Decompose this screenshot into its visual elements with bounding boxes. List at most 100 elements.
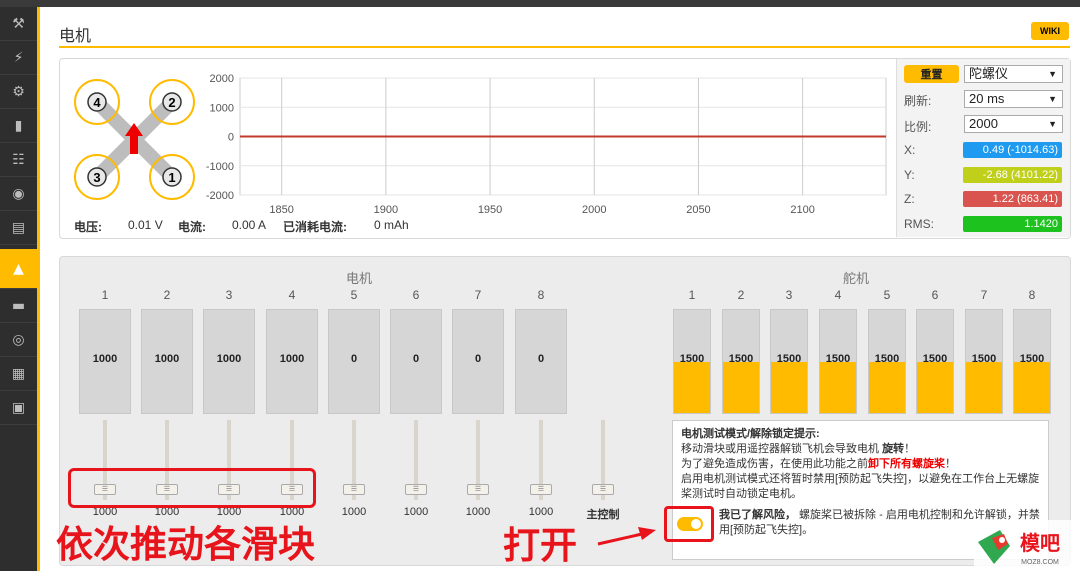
- x-tick-label: 1900: [374, 204, 398, 216]
- motor-icon[interactable]: ▲: [0, 249, 37, 289]
- osd-icon[interactable]: ▬: [0, 289, 37, 323]
- watermark-logo: 模吧 MOZ8.COM: [974, 520, 1080, 571]
- motor-value: 0: [537, 353, 545, 365]
- motor-4-label: 4: [93, 95, 101, 110]
- notice-line2: 为了避免造成伤害，在使用此功能之前: [681, 458, 868, 470]
- y-tick-label: 1000: [210, 102, 234, 114]
- motor-slider-handle[interactable]: ☰: [405, 484, 427, 495]
- servo-number: 5: [883, 288, 891, 302]
- servo-bar: 1500: [965, 309, 1003, 414]
- motor-number: 5: [350, 288, 358, 302]
- servo-bar: 1500: [673, 309, 711, 414]
- top-bar: [0, 0, 1080, 7]
- current-value: 0.00 A: [232, 218, 267, 232]
- motor-bar: 1000: [266, 309, 318, 414]
- master-slider-handle[interactable]: ☰: [592, 484, 614, 495]
- notice-line2-end: ！: [945, 458, 956, 470]
- header-divider: [59, 46, 1070, 48]
- motor-number: 1: [101, 288, 109, 302]
- scale-select[interactable]: 2000 ▼: [964, 115, 1063, 133]
- chevron-down-icon: ▼: [1048, 69, 1057, 79]
- consumed-label: 已消耗电流:: [283, 220, 347, 234]
- sensor-type-value: 陀螺仪: [969, 66, 1009, 81]
- motors-title: 电机: [346, 272, 373, 287]
- y-tick-label: 0: [228, 132, 234, 144]
- master-label: 主控制: [586, 509, 620, 521]
- voltage-value: 0.01 V: [128, 218, 163, 232]
- servo-number: 6: [931, 288, 939, 302]
- servo-fill: [820, 361, 856, 413]
- servo-fill: [917, 361, 953, 413]
- reset-button[interactable]: 重置: [904, 65, 959, 83]
- x-value: 0.49 (-1014.63): [963, 142, 1062, 158]
- annotation-arrow-icon: [597, 527, 656, 546]
- refresh-value: 20 ms: [969, 91, 1005, 106]
- servo-value: 1500: [922, 353, 948, 365]
- motor-value: 1000: [279, 353, 305, 365]
- motor-value: 0: [474, 353, 482, 365]
- servo-bar: 1500: [916, 309, 954, 414]
- x-tick-label: 2000: [582, 204, 606, 216]
- robot-icon[interactable]: ◉: [0, 177, 37, 211]
- motor-slider-handle[interactable]: ☰: [530, 484, 552, 495]
- y-tick-label: 2000: [210, 73, 234, 85]
- servo-number: 8: [1028, 288, 1036, 302]
- motor-bar: 0: [452, 309, 504, 414]
- servo-bar: 1500: [868, 309, 906, 414]
- battery-icon[interactable]: ▮: [0, 109, 37, 143]
- motor-slider-handle[interactable]: ☰: [343, 484, 365, 495]
- refresh-select[interactable]: 20 ms ▼: [964, 90, 1063, 108]
- plug-icon[interactable]: ⚡: [0, 41, 37, 75]
- annotation-right: 打开: [503, 524, 577, 567]
- servo-fill: [1014, 361, 1050, 413]
- motor-slider-value: 1000: [465, 506, 491, 518]
- motor-slider-value: 1000: [403, 506, 429, 518]
- motor-value: 0: [350, 353, 358, 365]
- motor-bar: 1000: [203, 309, 255, 414]
- gear-icon[interactable]: ⚙: [0, 75, 37, 109]
- page-title: 电机: [59, 26, 92, 45]
- watermark-brand: 模吧: [1020, 531, 1060, 555]
- motor-bar: 1000: [79, 309, 131, 414]
- servo-value: 1500: [874, 353, 900, 365]
- servo-number: 3: [785, 288, 793, 302]
- x-label: X:: [904, 143, 916, 157]
- y-label: Y:: [904, 168, 915, 182]
- network-icon[interactable]: ☷: [0, 143, 37, 177]
- servo-value: 1500: [728, 353, 754, 365]
- notice-line1: 移动滑块或用遥控器解锁飞机会导致电机: [681, 443, 883, 455]
- wireless-icon[interactable]: ◎: [0, 323, 37, 357]
- rms-value: 1.1420: [963, 216, 1062, 232]
- servos-title: 舵机: [843, 272, 870, 287]
- consumed-value: 0 mAh: [374, 218, 409, 232]
- motor-value: 0: [412, 353, 420, 365]
- motor-value: 1000: [92, 353, 118, 365]
- toggle-icon[interactable]: ▤: [0, 211, 37, 245]
- motor-number: 6: [412, 288, 420, 302]
- x-tick-label: 1850: [269, 204, 293, 216]
- servo-number: 1: [688, 288, 696, 302]
- chevron-down-icon: ▼: [1048, 94, 1057, 104]
- scale-label: 比例:: [904, 120, 932, 134]
- wiki-button[interactable]: WIKI: [1031, 22, 1069, 40]
- motor-value: 1000: [216, 353, 242, 365]
- wrench-icon[interactable]: ⚒: [0, 7, 37, 41]
- quad-diagram: 4 2 3 1: [74, 79, 195, 200]
- rms-label: RMS:: [904, 217, 934, 231]
- servo-bar: 1500: [1013, 309, 1051, 414]
- servo-value: 1500: [1019, 353, 1045, 365]
- annotation-left: 依次推动各滑块: [56, 523, 315, 566]
- servo-fill: [869, 361, 905, 413]
- servo-bar: 1500: [819, 309, 857, 414]
- motor-number: 8: [537, 288, 545, 302]
- chip-icon[interactable]: ▦: [0, 357, 37, 391]
- chevron-down-icon: ▼: [1048, 119, 1057, 129]
- x-tick-label: 1950: [478, 204, 502, 216]
- servo-fill: [723, 361, 759, 413]
- window-icon[interactable]: ▣: [0, 391, 37, 425]
- y-tick-label: -2000: [206, 190, 234, 202]
- motor-slider-handle[interactable]: ☰: [467, 484, 489, 495]
- motor-number: 2: [163, 288, 171, 302]
- servo-number: 7: [980, 288, 988, 302]
- sensor-type-select[interactable]: 陀螺仪 ▼: [964, 65, 1063, 83]
